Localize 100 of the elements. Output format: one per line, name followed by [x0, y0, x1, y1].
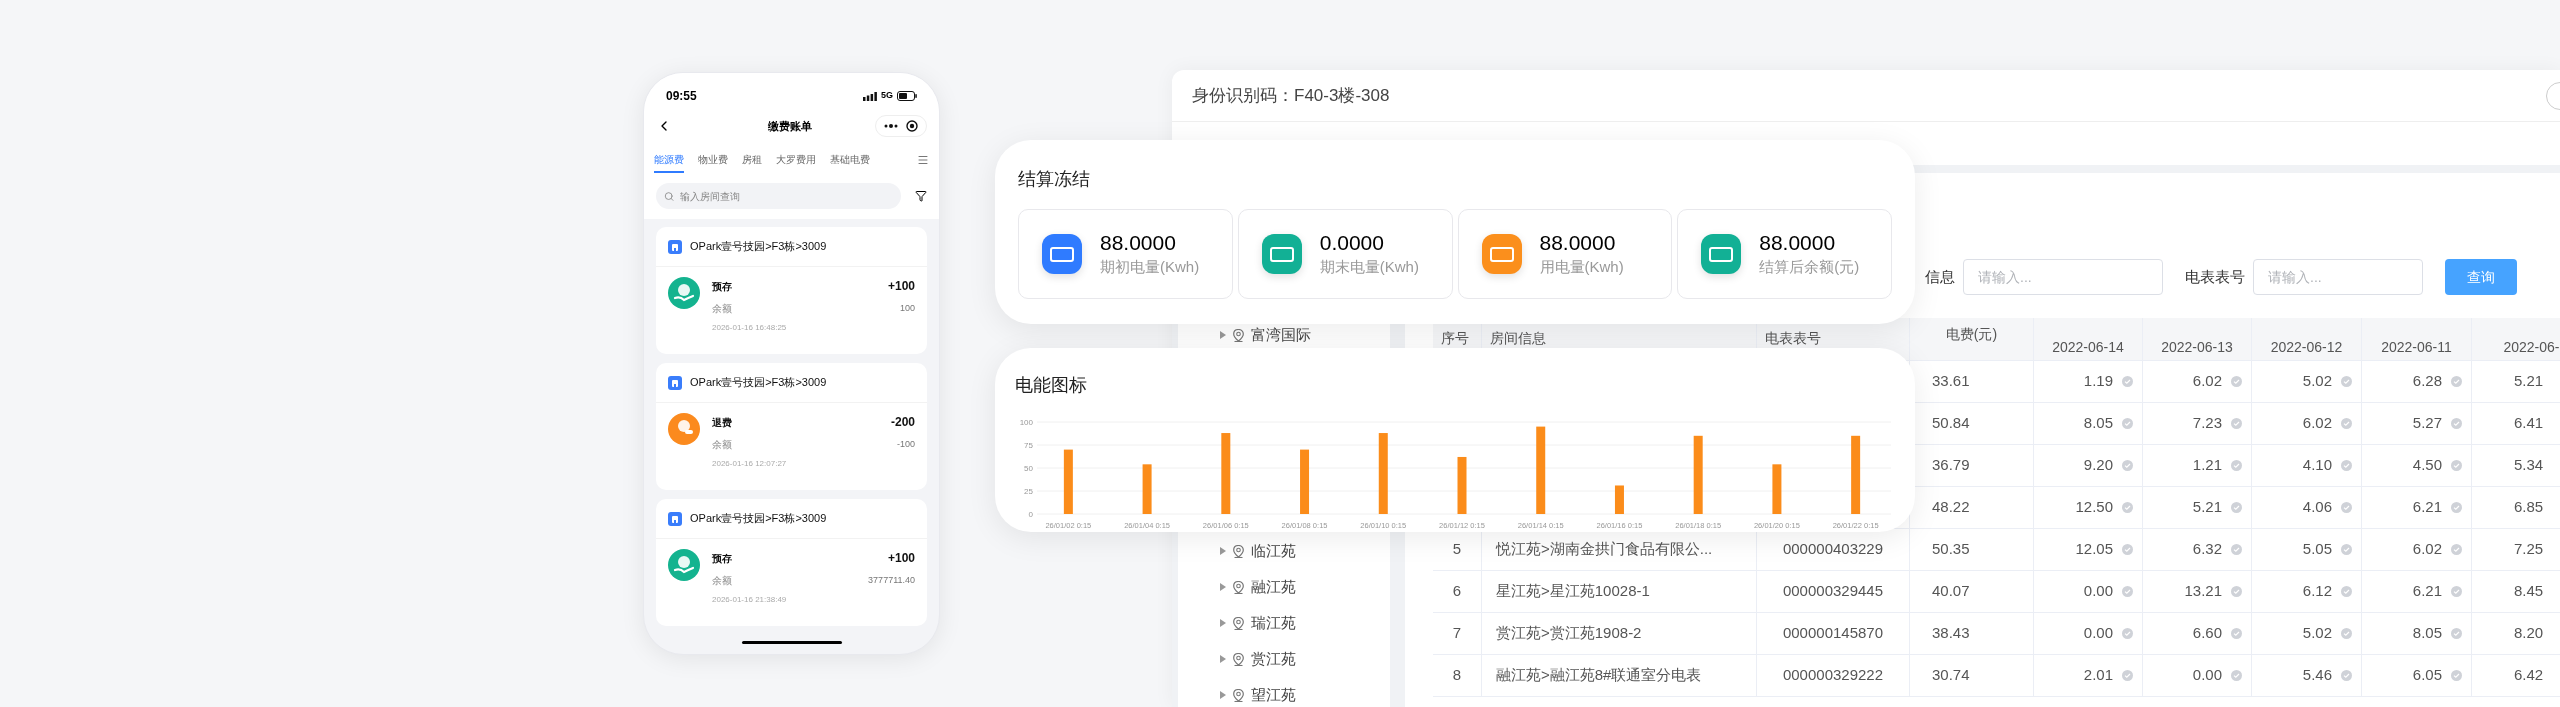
category-tab[interactable]: 物业费 [698, 147, 728, 173]
transaction-time: 2026-01-16 21:38:49 [712, 594, 788, 606]
table-cell-text: 48.22 [1932, 497, 1970, 518]
table-cell-text: 0.00 [2083, 623, 2113, 644]
transaction-amount: +100 [887, 278, 915, 295]
transaction-time: 2026-01-16 12:07:27 [712, 458, 788, 470]
table-cell-text: 2.01 [2083, 665, 2113, 686]
tree-item[interactable]: 临江苑 [1220, 541, 1296, 561]
tree-item[interactable]: 望江苑 [1220, 685, 1296, 705]
status-icon [2451, 586, 2462, 597]
status-icon [2341, 460, 2352, 471]
category-tab[interactable]: 房租 [742, 147, 762, 173]
status-icon [2122, 418, 2133, 429]
tree-item[interactable]: 融江苑 [1220, 577, 1296, 597]
table-cell-text: 7 [1452, 623, 1462, 644]
table-cell-text: 5.34 [2514, 455, 2544, 476]
location-pin-icon [1233, 616, 1244, 630]
room-path: OPark壹号技园>F3栋>3009 [690, 239, 827, 255]
status-icon [2341, 670, 2352, 681]
table-cell-text: 38.43 [1932, 623, 1970, 644]
table-cell-text: 7.25 [2514, 539, 2544, 560]
building-icon [668, 375, 682, 390]
transaction-amount: -200 [890, 414, 915, 431]
column-header: 2022-06- [2472, 318, 2560, 360]
tree-item[interactable]: 富湾国际 [1220, 325, 1311, 345]
filter-label: 信息 [1925, 266, 1955, 287]
room-path: OPark壹号技园>F3栋>3009 [690, 375, 827, 391]
table-cell-text: 000000403229 [1782, 539, 1884, 560]
transaction-type: 预存 [712, 279, 732, 294]
table-cell-text: 6.02 [2302, 413, 2332, 434]
table-cell-text: 5.21 [2192, 497, 2222, 518]
menu-icon[interactable] [917, 154, 929, 166]
search-input[interactable]: 输入房间查询 [680, 188, 893, 204]
table-cell-text: 000000329222 [1782, 665, 1884, 686]
table-cell-text: 12.50 [2075, 497, 2113, 518]
status-icon [2231, 670, 2242, 681]
bill-card[interactable]: OPark壹号技园>F3栋>3009 预存 +100 余额 100 2026-01-16 16:48:25 [656, 227, 927, 354]
status-icon [2122, 628, 2133, 639]
table-cell-text: 6.02 [2192, 371, 2222, 392]
table-cell-text: 4.10 [2302, 455, 2332, 476]
table-cell-text: 悦江苑>湖南金拱门食品有限公... [1496, 539, 1713, 560]
transaction-time: 2026-01-16 16:48:25 [712, 322, 788, 334]
category-tab[interactable]: 基础电费 [830, 147, 870, 173]
table-cell-text: 36.79 [1932, 455, 1970, 476]
filter-input[interactable]: 请输入... [1963, 259, 2163, 295]
category-tab[interactable]: 大罗费用 [776, 147, 816, 173]
table-cell-text: 6.02 [2412, 539, 2442, 560]
location-pin-icon [1233, 652, 1244, 666]
column-header: 2022-06-13 [2143, 318, 2252, 360]
table-cell-text: 30.74 [1932, 665, 1970, 686]
status-icon [2451, 544, 2462, 555]
balance-value: 3777711.40 [868, 573, 915, 587]
network-label: 5G [881, 89, 893, 103]
filter-icon[interactable] [915, 190, 927, 202]
status-icon [2231, 376, 2242, 387]
chart-bar [1063, 449, 1073, 514]
chart-bar [1614, 485, 1624, 514]
table-cell-text: 000000329445 [1782, 581, 1884, 602]
tree-item[interactable]: 赏江苑 [1220, 649, 1296, 669]
table-cell-text: 13.21 [2184, 581, 2222, 602]
table-cell-text: 融江苑>融江苑8#联通室分电表 [1496, 665, 1702, 686]
balance-label: 余额 [712, 302, 732, 316]
filter-input[interactable]: 请输入... [2253, 259, 2423, 295]
status-icon [2341, 418, 2352, 429]
location-pin-icon [1233, 688, 1244, 702]
status-icon [2451, 502, 2462, 513]
search-field[interactable]: 输入房间查询 [656, 183, 901, 209]
status-icon [2122, 502, 2133, 513]
category-tab[interactable]: 能源费 [654, 147, 684, 173]
payment-icon [668, 549, 700, 581]
y-tick-label: 0 [1028, 510, 1033, 519]
table-cell-text: 0.00 [2192, 665, 2222, 686]
chart-bar [1772, 464, 1782, 514]
tree-item[interactable]: 瑞江苑 [1220, 613, 1296, 633]
status-icon [2341, 502, 2352, 513]
bill-card[interactable]: OPark壹号技园>F3栋>3009 预存 +100 余额 3777711.40 2026-01-16 21:38:49 [656, 499, 927, 626]
status-icon [2231, 586, 2242, 597]
column-header: 2022-06-12 [2252, 318, 2362, 360]
table-cell-text: 50.35 [1932, 539, 1970, 560]
status-icon [2122, 586, 2133, 597]
page-title: 缴费账单 [766, 118, 813, 134]
table-cell-text: 9.20 [2083, 455, 2113, 476]
balance-label: 余额 [712, 574, 732, 588]
table-cell-text: 8 [1452, 665, 1462, 686]
location-pin-icon [1233, 580, 1244, 594]
y-tick-label: 50 [1024, 464, 1033, 473]
status-icon [2231, 628, 2242, 639]
status-icon [2122, 376, 2133, 387]
filter-label: 电表表号 [2185, 266, 2245, 287]
status-icon [2231, 544, 2242, 555]
room-path: OPark壹号技园>F3栋>3009 [690, 511, 827, 527]
table-cell-text: 8.05 [2412, 623, 2442, 644]
status-icon [2341, 586, 2352, 597]
table-cell-text: 5.27 [2412, 413, 2442, 434]
card-title: 电能图标 [1015, 374, 1088, 397]
signal-icon [863, 91, 877, 101]
status-icon [2451, 418, 2462, 429]
stat-value: 0.0000 [1319, 229, 1385, 256]
status-icon [2451, 628, 2462, 639]
bill-card[interactable]: OPark壹号技园>F3栋>3009 退费 -200 余额 -100 2026-01-16 12:07:27 [656, 363, 927, 490]
